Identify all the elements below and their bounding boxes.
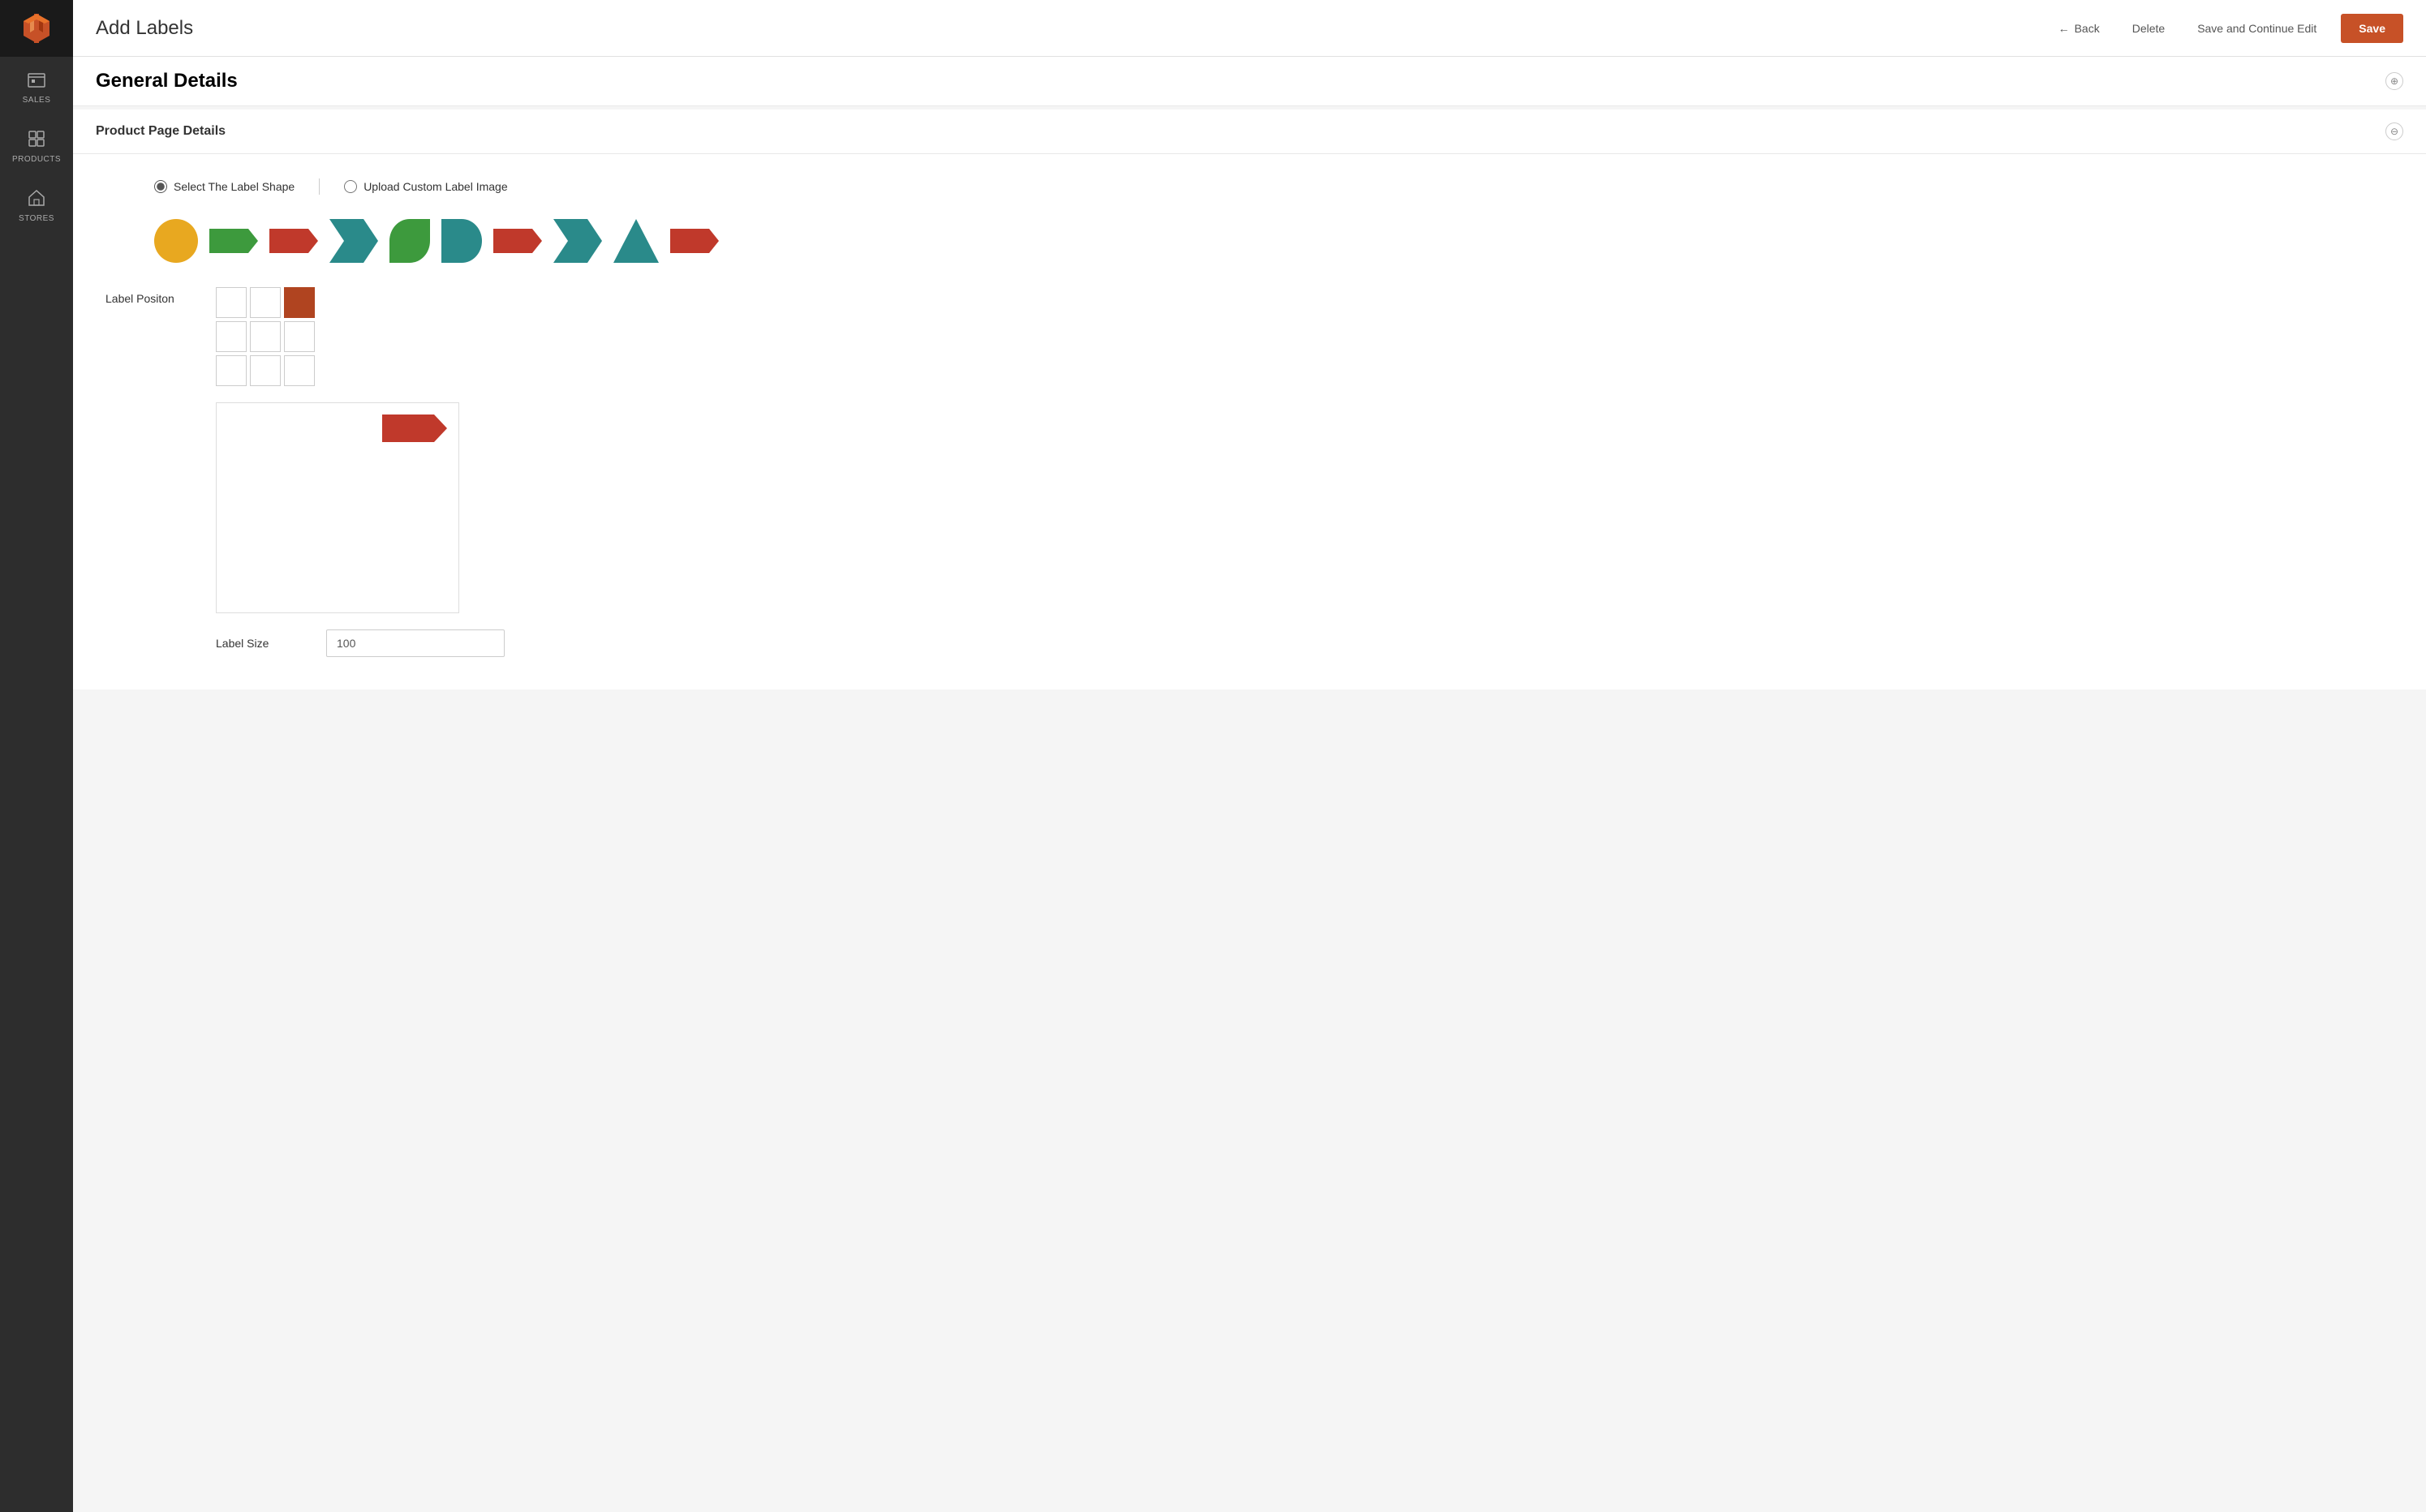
label-preview-area bbox=[216, 402, 459, 613]
delete-button[interactable]: Delete bbox=[2124, 17, 2173, 40]
label-position-label: Label Positon bbox=[105, 287, 203, 305]
pos-cell-0-0[interactable] bbox=[216, 287, 247, 318]
back-button[interactable]: ← Back bbox=[2050, 17, 2108, 40]
page-title: Add Labels bbox=[96, 17, 193, 40]
pos-cell-2-2[interactable] bbox=[284, 355, 315, 386]
product-page-details-section: Product Page Details ⊖ Select The Label … bbox=[73, 110, 2426, 689]
sales-icon bbox=[25, 68, 48, 91]
page-header: Add Labels ← Back Delete Save and Contin… bbox=[73, 0, 2426, 57]
select-shape-option[interactable]: Select The Label Shape bbox=[154, 180, 295, 193]
pos-cell-2-0[interactable] bbox=[216, 355, 247, 386]
label-position-row: Label Positon bbox=[105, 287, 2394, 386]
shape-arrow-green[interactable] bbox=[209, 229, 258, 253]
save-button[interactable]: Save bbox=[2341, 14, 2403, 43]
content-area: General Details ⊕ Product Page Details ⊖… bbox=[73, 57, 2426, 1512]
shape-chevron-teal2[interactable] bbox=[553, 219, 602, 263]
pos-cell-1-0[interactable] bbox=[216, 321, 247, 352]
back-arrow-icon: ← bbox=[2058, 22, 2070, 35]
label-size-input[interactable] bbox=[326, 629, 505, 657]
header-actions: ← Back Delete Save and Continue Edit Sav… bbox=[2050, 14, 2403, 43]
magento-logo-icon bbox=[19, 11, 54, 46]
shape-selector bbox=[105, 219, 2394, 263]
radio-divider bbox=[319, 178, 320, 195]
pos-cell-1-1[interactable] bbox=[250, 321, 281, 352]
position-grid bbox=[216, 287, 315, 386]
pos-cell-0-1[interactable] bbox=[250, 287, 281, 318]
general-details-title: General Details bbox=[96, 70, 238, 92]
preview-arrow-shape bbox=[382, 415, 447, 442]
shape-arrow-red2[interactable] bbox=[493, 229, 542, 253]
product-page-details-header[interactable]: Product Page Details ⊖ bbox=[73, 110, 2426, 154]
sidebar-item-products[interactable]: PRODUCTS bbox=[0, 116, 73, 175]
pos-cell-0-2[interactable] bbox=[284, 287, 315, 318]
general-details-toggle[interactable]: ⊕ bbox=[2385, 72, 2403, 90]
select-shape-radio[interactable] bbox=[154, 180, 167, 193]
label-size-row: Label Size bbox=[216, 629, 2394, 657]
sidebar-logo bbox=[0, 0, 73, 57]
stores-icon bbox=[25, 187, 48, 209]
products-icon bbox=[25, 127, 48, 150]
general-details-header[interactable]: General Details ⊕ bbox=[73, 57, 2426, 106]
shape-chevron-teal[interactable] bbox=[329, 219, 378, 263]
pos-cell-1-2[interactable] bbox=[284, 321, 315, 352]
pos-cell-2-1[interactable] bbox=[250, 355, 281, 386]
preview-label-shape bbox=[382, 415, 447, 442]
select-shape-label: Select The Label Shape bbox=[174, 180, 295, 193]
sidebar-item-sales[interactable]: SALES bbox=[0, 57, 73, 116]
label-size-label: Label Size bbox=[216, 637, 313, 650]
product-page-details-body: Select The Label Shape Upload Custom Lab… bbox=[73, 154, 2426, 689]
shape-arrow-red3[interactable] bbox=[670, 229, 719, 253]
shape-triangle-teal[interactable] bbox=[613, 219, 659, 263]
shape-arrow-red[interactable] bbox=[269, 229, 318, 253]
sidebar-item-products-label: PRODUCTS bbox=[12, 155, 61, 164]
upload-image-radio[interactable] bbox=[344, 180, 357, 193]
sidebar-item-stores-label: STORES bbox=[19, 214, 54, 223]
sidebar-item-sales-label: SALES bbox=[23, 96, 51, 105]
sidebar-item-stores[interactable]: STORES bbox=[0, 175, 73, 234]
sidebar: SALES PRODUCTS STORES bbox=[0, 0, 73, 1512]
shape-circle[interactable] bbox=[154, 219, 198, 263]
upload-image-label: Upload Custom Label Image bbox=[363, 180, 507, 193]
main-content: Add Labels ← Back Delete Save and Contin… bbox=[73, 0, 2426, 1512]
product-page-details-title: Product Page Details bbox=[96, 124, 226, 139]
save-continue-button[interactable]: Save and Continue Edit bbox=[2189, 17, 2325, 40]
product-page-details-toggle[interactable]: ⊖ bbox=[2385, 122, 2403, 140]
label-type-radio-group: Select The Label Shape Upload Custom Lab… bbox=[105, 178, 2394, 195]
upload-image-option[interactable]: Upload Custom Label Image bbox=[344, 180, 507, 193]
general-details-section: General Details ⊕ bbox=[73, 57, 2426, 106]
shape-leaf-green[interactable] bbox=[389, 219, 430, 263]
shape-half-circle-teal[interactable] bbox=[441, 219, 482, 263]
